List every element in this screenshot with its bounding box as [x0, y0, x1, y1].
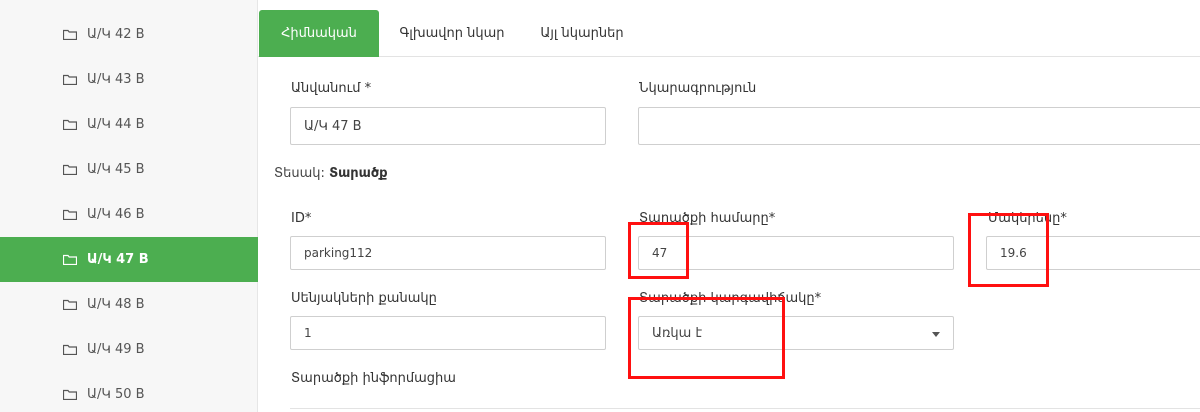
- sidebar-item-active[interactable]: Ա/Կ 47 B: [0, 237, 258, 282]
- id-input[interactable]: parking112: [290, 236, 606, 270]
- sidebar-item-label: Ա/Կ 43 B: [87, 72, 145, 87]
- highlight-box-area: [968, 213, 1049, 287]
- type-prefix: Տեսակ:: [274, 166, 325, 181]
- folder-icon: [63, 119, 77, 130]
- sidebar-item[interactable]: Ա/Կ 42 B: [0, 12, 258, 57]
- sidebar-item[interactable]: Ա/Կ 46 B: [0, 192, 258, 237]
- folder-icon: [63, 209, 77, 220]
- folder-icon: [63, 164, 77, 175]
- folder-icon: [63, 254, 77, 265]
- chevron-down-icon: [932, 332, 940, 337]
- rooms-label: Սենյակների քանակը: [291, 291, 437, 306]
- folder-icon: [63, 344, 77, 355]
- tab-other-images[interactable]: Այլ նկարներ: [526, 10, 638, 57]
- folder-icon: [63, 74, 77, 85]
- tab-bar: Հիմնական Գլխավոր նկար Այլ նկարներ: [258, 0, 1200, 57]
- sidebar-item-label: Ա/Կ 46 B: [87, 207, 145, 222]
- sidebar-item-label: Ա/Կ 48 B: [87, 297, 145, 312]
- description-input[interactable]: [638, 107, 1200, 145]
- rooms-input[interactable]: 1: [290, 316, 606, 350]
- id-label: ID*: [291, 211, 312, 226]
- sidebar-item-label: Ա/Կ 44 B: [87, 117, 145, 132]
- sidebar-item[interactable]: Ա/Կ 45 B: [0, 147, 258, 192]
- folder-icon: [63, 29, 77, 40]
- sidebar-item-label: Ա/Կ 50 B: [87, 387, 145, 402]
- sidebar-item-label: Ա/Կ 45 B: [87, 162, 145, 177]
- sidebar: Ա/Կ 42 B Ա/Կ 43 B Ա/Կ 44 B Ա/Կ 45 B Ա/Կ …: [0, 0, 258, 412]
- folder-icon: [63, 299, 77, 310]
- divider: [290, 408, 1200, 409]
- sidebar-item-label: Ա/Կ 42 B: [87, 27, 145, 42]
- sidebar-item[interactable]: Ա/Կ 44 B: [0, 102, 258, 147]
- type-line: Տեսակ: Տարածք: [274, 166, 388, 181]
- description-label: Նկարագրություն: [639, 81, 757, 96]
- name-label: Անվանում *: [291, 81, 372, 96]
- type-value: Տարածք: [329, 166, 388, 181]
- sidebar-item[interactable]: Ա/Կ 49 B: [0, 327, 258, 372]
- sidebar-item[interactable]: Ա/Կ 48 B: [0, 282, 258, 327]
- sidebar-item[interactable]: Ա/Կ 50 B: [0, 372, 258, 412]
- folder-icon: [63, 389, 77, 400]
- name-input[interactable]: Ա/Կ 47 B: [290, 107, 606, 145]
- tab-main[interactable]: Հիմնական: [259, 10, 379, 57]
- sidebar-item[interactable]: Ա/Կ 43 B: [0, 57, 258, 102]
- sidebar-item-label: Ա/Կ 49 B: [87, 342, 145, 357]
- highlight-box-status: [628, 297, 785, 379]
- tab-main-image[interactable]: Գլխավոր նկար: [388, 10, 516, 57]
- sidebar-item-label: Ա/Կ 47 B: [87, 252, 149, 267]
- info-label: Տարածքի ինֆորմացիա: [291, 371, 456, 386]
- highlight-box-space-number: [628, 222, 689, 279]
